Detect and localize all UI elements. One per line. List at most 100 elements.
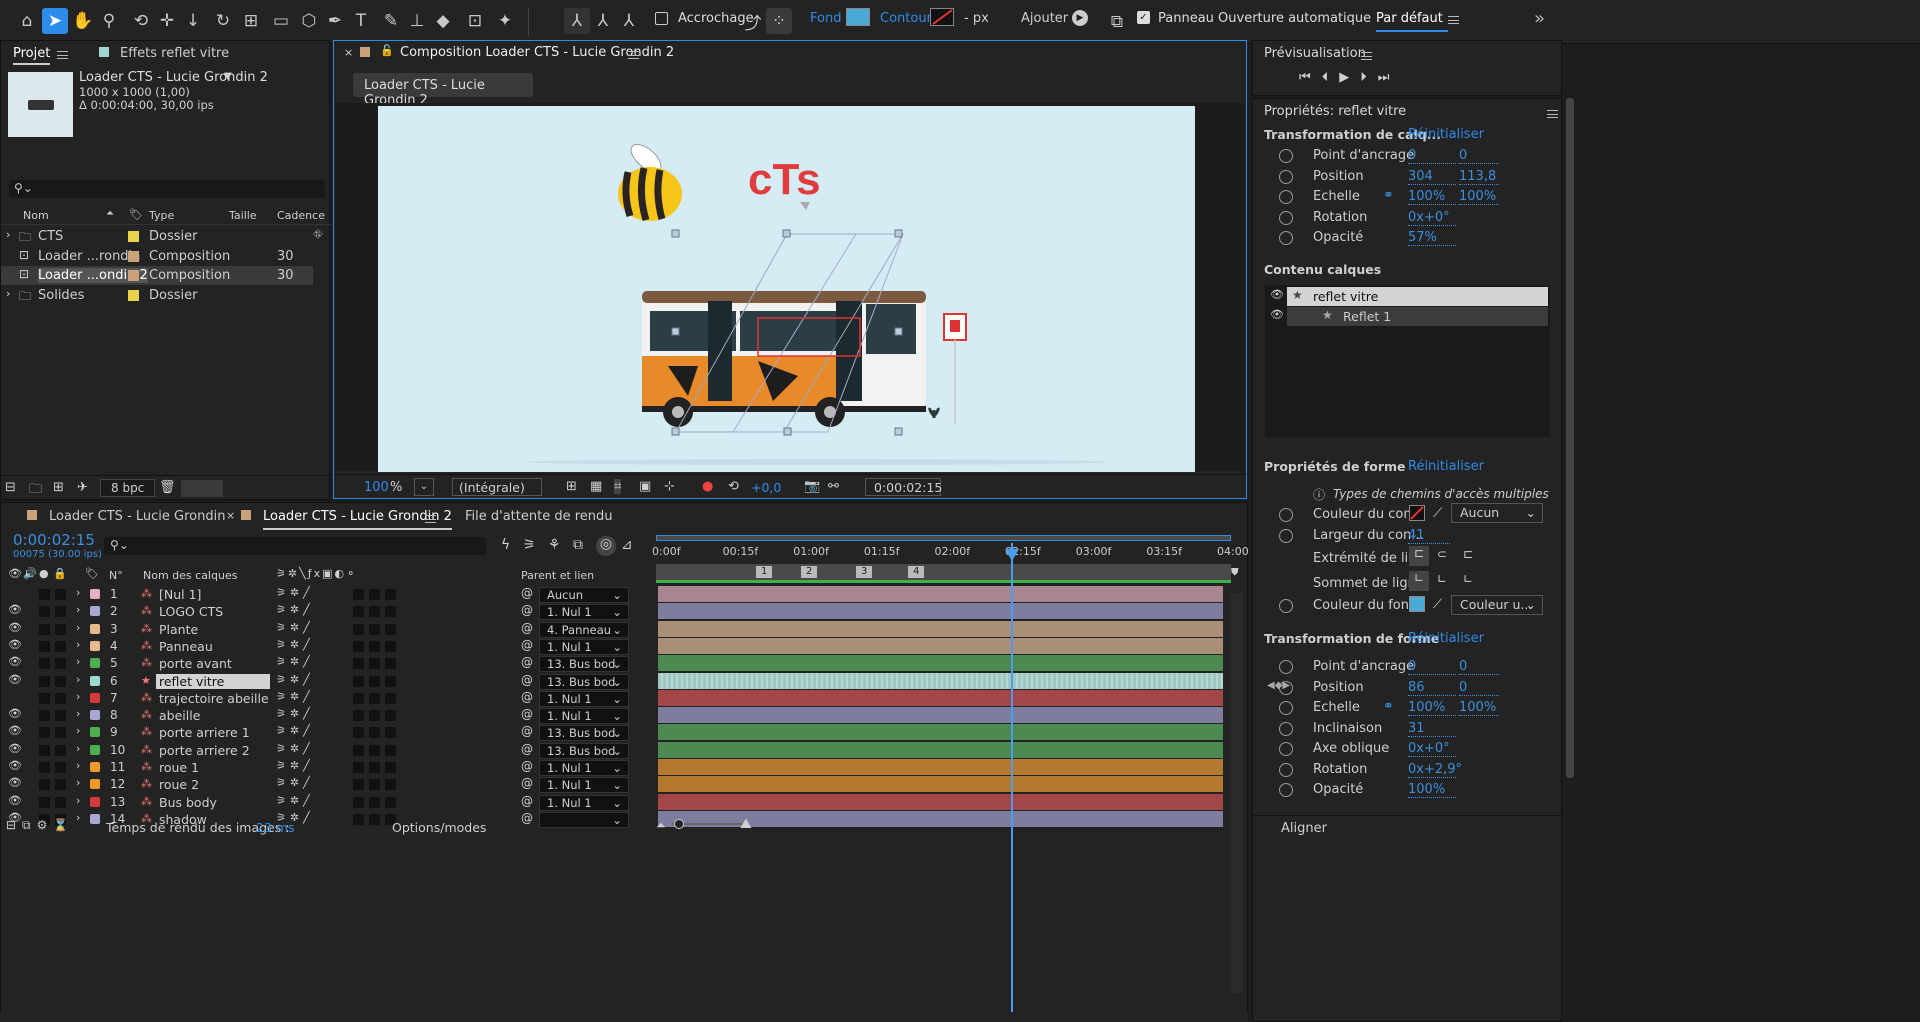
parent-dropdown[interactable]: 13. Bus bod ⌄: [539, 673, 629, 690]
label-color[interactable]: [90, 796, 100, 807]
solo-box[interactable]: [39, 589, 50, 600]
keyframe-nav-icon[interactable]: ◀◆▶: [1267, 680, 1290, 691]
label-color[interactable]: [128, 270, 139, 281]
effect-switch[interactable]: [353, 796, 364, 808]
effect-switch[interactable]: [353, 692, 364, 704]
roto-brush-icon[interactable]: ⊡: [462, 8, 488, 34]
eye-icon[interactable]: 👁: [8, 621, 22, 634]
layer-switches[interactable]: ⚞✲╱: [276, 724, 314, 737]
project-menu-icon[interactable]: [57, 50, 68, 59]
label-color[interactable]: [128, 231, 139, 242]
parent-dropdown[interactable]: ⌄: [539, 811, 629, 828]
layer-name[interactable]: porte avant: [156, 656, 270, 671]
layer-duration-bar[interactable]: [658, 586, 1223, 602]
new-folder-icon[interactable]: 🗀: [29, 480, 42, 502]
effect-switch[interactable]: [353, 623, 364, 635]
chevron-right-icon[interactable]: ›: [76, 586, 80, 599]
stopwatch-icon[interactable]: [1279, 742, 1293, 756]
label-color[interactable]: [90, 762, 100, 772]
layer-switches[interactable]: ⚞✲╱: [276, 603, 314, 616]
3d-switch[interactable]: [385, 762, 396, 773]
text-tool-icon[interactable]: T: [348, 8, 374, 34]
lock-box[interactable]: [55, 796, 66, 808]
lock-box[interactable]: [55, 744, 66, 756]
eraser-tool-icon[interactable]: ◆: [430, 8, 456, 34]
audio-icon[interactable]: 🔊: [23, 567, 37, 580]
eyedropper-icon[interactable]: ⟋: [1433, 506, 1442, 521]
timeline-footer-icons[interactable]: ⊟⧉⚙⌛: [6, 818, 74, 833]
trash-icon[interactable]: 🗑: [159, 480, 176, 495]
stopwatch-icon[interactable]: [1279, 190, 1293, 204]
project-item[interactable]: ⊡ Loader ...ondin 2 Composition 30: [1, 266, 313, 285]
timeline-scrollbar[interactable]: [1231, 593, 1243, 993]
label-color[interactable]: [90, 710, 100, 721]
layer-duration-bar[interactable]: [658, 759, 1223, 775]
parent-dropdown[interactable]: 1. Nul 1 ⌄: [539, 777, 629, 794]
blend-switch[interactable]: [369, 658, 380, 670]
label-color[interactable]: [90, 744, 100, 755]
lock-column-icon[interactable]: 🔒: [53, 567, 67, 580]
preview-menu-icon[interactable]: [1361, 51, 1372, 60]
layer-name[interactable]: Panneau: [156, 639, 270, 654]
effect-switch[interactable]: [353, 779, 364, 791]
last-frame-icon[interactable]: ⏭: [1378, 70, 1401, 85]
content-item-reflet-1[interactable]: ★ Reflet 1: [1287, 307, 1548, 326]
lock-box[interactable]: [55, 779, 66, 791]
stroke-color-swatch[interactable]: [1409, 505, 1425, 521]
blend-switch[interactable]: [369, 606, 380, 618]
project-item[interactable]: ⊡ Loader ...rondin Composition 30: [1, 247, 313, 266]
comp-dropdown-icon[interactable]: ▼: [224, 71, 232, 82]
layer-name[interactable]: roue 1: [156, 760, 270, 775]
blend-switch[interactable]: [369, 589, 380, 600]
hand-tool-icon[interactable]: ✋: [70, 8, 96, 34]
lock-box[interactable]: [55, 692, 66, 704]
stopwatch-icon[interactable]: [1279, 701, 1293, 715]
lock-box[interactable]: [55, 623, 66, 635]
3d-switch[interactable]: [385, 658, 396, 670]
brush-tool-icon[interactable]: ✎: [378, 8, 404, 34]
stopwatch-icon[interactable]: [1279, 210, 1293, 225]
col-type[interactable]: Type: [149, 209, 174, 222]
property-value-2[interactable]: 113,8: [1459, 169, 1499, 185]
3d-switch[interactable]: [385, 692, 396, 704]
close-icon[interactable]: ×: [344, 46, 353, 59]
stopwatch-icon[interactable]: [1279, 149, 1293, 163]
effect-switch[interactable]: [353, 744, 364, 756]
blend-switch[interactable]: [369, 710, 380, 722]
lock-box[interactable]: [55, 640, 66, 652]
content-item-reflet-vitre[interactable]: ★ reflet vitre: [1287, 287, 1548, 306]
color-management-icon[interactable]: ⟲: [728, 479, 739, 494]
workspace-default[interactable]: Par défaut: [1376, 11, 1448, 32]
region-icon[interactable]: ⊞: [566, 479, 577, 494]
layer-duration-bar[interactable]: [658, 689, 1223, 706]
shape-transform-reset[interactable]: Réinitialiser: [1408, 631, 1484, 646]
constrain-link-icon[interactable]: ⚭: [1383, 188, 1394, 203]
solo-box[interactable]: [39, 658, 50, 670]
parent-dropdown[interactable]: 1. Nul 1 ⌄: [539, 794, 629, 811]
viewer-timecode[interactable]: 0:00:02:15: [865, 478, 942, 496]
auto-open-checkbox[interactable]: ✓: [1137, 11, 1150, 24]
eye-icon[interactable]: 👁: [1270, 308, 1284, 321]
comp-marker-icon[interactable]: ⛊: [1231, 567, 1245, 581]
channels-icon[interactable]: ●: [702, 479, 713, 494]
effect-switch[interactable]: [353, 589, 364, 600]
close-icon[interactable]: ×: [226, 509, 235, 522]
property-value-1[interactable]: 100%: [1408, 189, 1456, 205]
bevel-join-icon[interactable]: ∟: [1463, 572, 1473, 586]
pickwhip-icon[interactable]: @: [521, 638, 533, 652]
options-modes-button[interactable]: Options/modes: [392, 820, 486, 835]
parent-dropdown[interactable]: 4. Panneau ⌄: [539, 621, 629, 638]
project-tab[interactable]: Projet: [13, 46, 51, 65]
eye-icon[interactable]: 👁: [8, 673, 22, 686]
layer-switches[interactable]: ⚞✲╱: [276, 621, 314, 634]
comp-marker[interactable]: 3: [856, 566, 873, 578]
layer-duration-bar[interactable]: [658, 672, 1223, 689]
fill-type-dropdown[interactable]: Couleur u... ⌄: [1451, 595, 1543, 615]
eye-icon[interactable]: 👁: [8, 567, 22, 580]
eye-icon[interactable]: 👁: [8, 724, 22, 737]
stopwatch-icon[interactable]: [1279, 721, 1293, 736]
property-value-1[interactable]: 304: [1408, 169, 1456, 185]
dolly-camera-icon[interactable]: ↓: [180, 8, 206, 34]
workspace-icon[interactable]: ⧉: [1104, 9, 1130, 35]
chevron-right-icon[interactable]: ›: [76, 655, 80, 668]
